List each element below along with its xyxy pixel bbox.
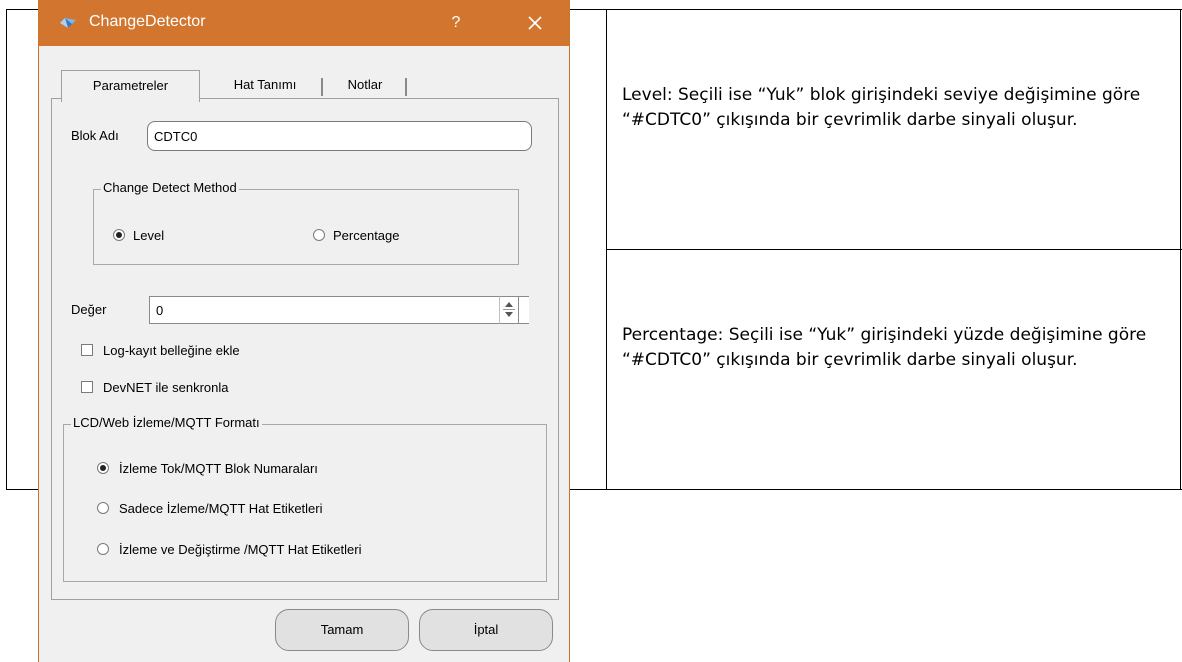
change-detect-method-group bbox=[93, 189, 519, 265]
cancel-button[interactable]: İptal bbox=[419, 609, 553, 651]
block-name-label: Blok Adı bbox=[71, 128, 119, 143]
tab-parametreler[interactable]: Parametreler bbox=[61, 70, 200, 102]
dialog-title: ChangeDetector bbox=[89, 13, 206, 30]
tab-hat-tanimi-label: Hat Tanımı bbox=[233, 77, 297, 92]
lcd-option-watch-only-radio[interactable] bbox=[97, 502, 109, 514]
tab-separator-end bbox=[405, 78, 407, 96]
tab-notlar[interactable]: Notlar bbox=[325, 70, 405, 100]
tab-parametreler-label: Parametreler bbox=[92, 78, 169, 93]
lcd-option-watch-only-label[interactable]: Sadece İzleme/MQTT Hat Etiketleri bbox=[119, 501, 323, 516]
spin-down-icon[interactable] bbox=[505, 312, 513, 317]
percentage-radio-label[interactable]: Percentage bbox=[333, 228, 400, 243]
value-spinner[interactable] bbox=[499, 296, 519, 324]
level-radio[interactable] bbox=[113, 229, 125, 241]
log-record-label[interactable]: Log-kayıt belleğine ekle bbox=[103, 343, 240, 358]
lcd-option-block-numbers-label[interactable]: İzleme Tok/MQTT Blok Numaraları bbox=[119, 461, 318, 476]
table-cell-percentage-description: Percentage: Seçili ise “Yuk” girişindeki… bbox=[622, 325, 1147, 370]
spin-up-icon[interactable] bbox=[505, 302, 513, 307]
app-icon bbox=[59, 16, 77, 34]
lcd-option-watch-modify-label[interactable]: İzleme ve Değiştirme /MQTT Hat Etiketler… bbox=[119, 542, 361, 557]
change-detector-dialog: ChangeDetector ? Parametreler Hat Tanımı… bbox=[38, 0, 570, 662]
tab-separator bbox=[321, 78, 323, 96]
close-button[interactable] bbox=[515, 8, 555, 38]
change-detect-method-title: Change Detect Method bbox=[101, 180, 239, 195]
tab-notlar-label: Notlar bbox=[347, 77, 383, 92]
devnet-sync-checkbox[interactable] bbox=[81, 381, 93, 393]
table-border-left bbox=[6, 9, 7, 489]
level-radio-label[interactable]: Level bbox=[133, 228, 164, 243]
value-input[interactable] bbox=[149, 296, 529, 324]
table-divider-horizontal bbox=[606, 249, 1182, 250]
close-icon bbox=[528, 16, 542, 30]
block-name-input[interactable] bbox=[147, 121, 532, 151]
table-border-right bbox=[1180, 9, 1181, 490]
lcd-option-block-numbers-radio[interactable] bbox=[97, 462, 109, 474]
value-label: Değer bbox=[71, 302, 107, 317]
dialog-titlebar[interactable]: ChangeDetector ? bbox=[39, 0, 569, 46]
lcd-option-watch-modify-radio[interactable] bbox=[97, 543, 109, 555]
tab-hat-tanimi[interactable]: Hat Tanımı bbox=[209, 70, 321, 100]
log-record-checkbox[interactable] bbox=[81, 344, 93, 356]
lcd-format-title: LCD/Web İzleme/MQTT Formatı bbox=[71, 415, 262, 430]
percentage-radio[interactable] bbox=[313, 229, 325, 241]
help-button[interactable]: ? bbox=[441, 10, 471, 36]
devnet-sync-label[interactable]: DevNET ile senkronla bbox=[103, 380, 228, 395]
ok-button[interactable]: Tamam bbox=[275, 609, 409, 651]
table-cell-level-description: Level: Seçili ise “Yuk” blok girişindeki… bbox=[622, 85, 1141, 130]
